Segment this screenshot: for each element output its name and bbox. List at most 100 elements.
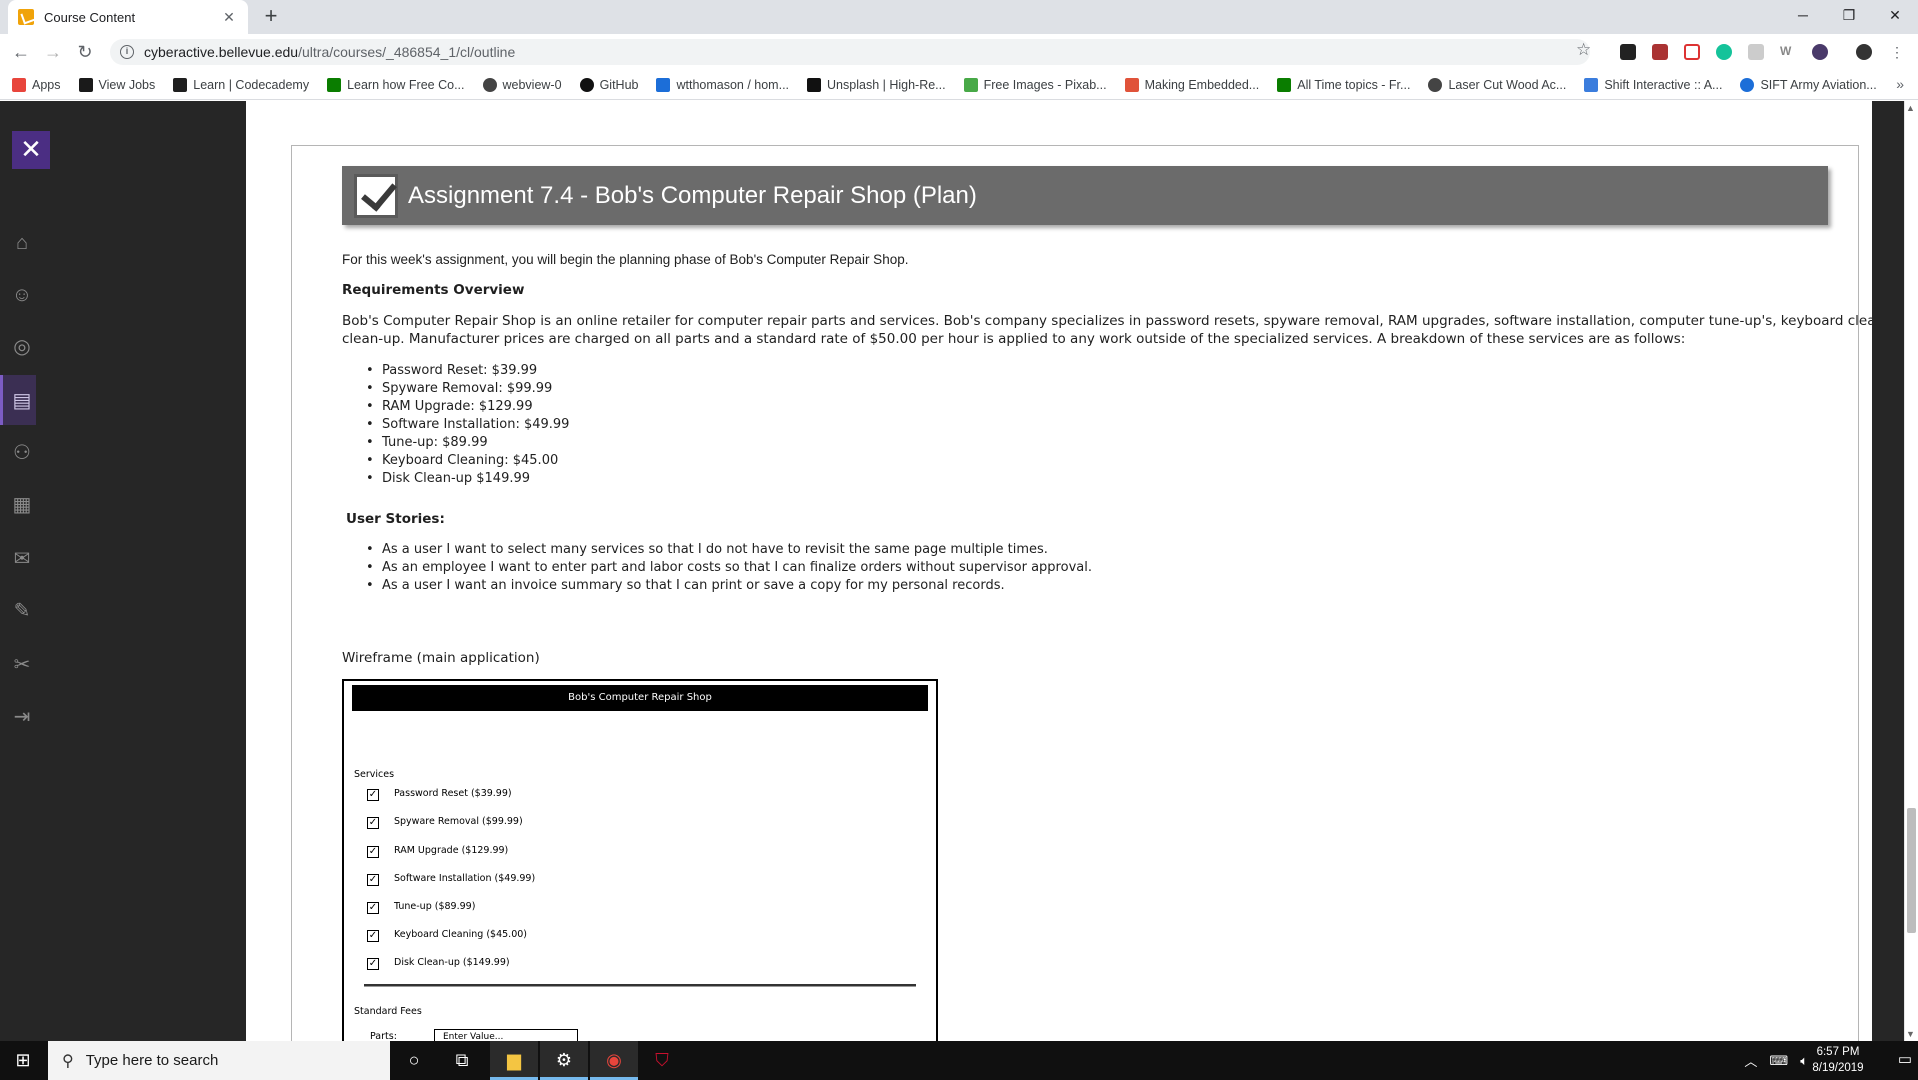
back-arrow-icon[interactable]: ←	[8, 40, 34, 64]
menu-kebab-icon[interactable]: ⋮	[1890, 44, 1906, 60]
bookmark-item[interactable]: Learn | Codecademy	[173, 77, 310, 92]
globe-icon	[1428, 77, 1443, 92]
forward-arrow-icon[interactable]: →	[40, 40, 66, 64]
scrollbar-thumb[interactable]	[1907, 808, 1916, 933]
bookmark-item[interactable]: wtthomason / hom...	[656, 77, 789, 92]
bookmark-item[interactable]: View Jobs	[78, 77, 156, 92]
tab-title: Course Content	[44, 9, 136, 25]
content-panel: Assignment 7.4 - Bob's Computer Repair S…	[246, 101, 1872, 1041]
grades-icon[interactable]: ✎	[10, 599, 34, 623]
minimize-button[interactable]: ─	[1780, 0, 1826, 30]
profile-icon[interactable]: ☺	[10, 283, 34, 307]
window-close-button[interactable]: ✕	[1872, 0, 1918, 30]
taskbar-search-box[interactable]: ⚲ Type here to search	[48, 1041, 390, 1080]
requirements-text-line2: clean-up. Manufacturer prices are charge…	[342, 331, 1686, 347]
tab-strip: Course Content ✕ + ─ ❐ ✕	[0, 0, 1918, 34]
tools-icon[interactable]: ✂	[10, 653, 34, 677]
globe-icon[interactable]: ◎	[10, 335, 34, 359]
mcafee-shield-icon[interactable]: ⛉	[638, 1041, 686, 1080]
tray-overflow-chevron-icon[interactable]: ︿	[1744, 1051, 1757, 1070]
bookmark-item[interactable]: Unsplash | High-Re...	[807, 77, 946, 92]
calendar-icon[interactable]: ▦	[10, 493, 34, 517]
file-explorer-icon[interactable]: ▆	[490, 1041, 538, 1080]
apps-grid-icon	[12, 77, 26, 92]
list-item: Disk Clean-up $149.99	[366, 470, 569, 488]
bookmark-label: Learn | Codecademy	[193, 77, 310, 92]
bookmark-item[interactable]: Learn how Free Co...	[327, 77, 465, 92]
globe-icon	[482, 77, 497, 92]
close-panel-button[interactable]: ✕	[12, 131, 50, 169]
tab-close-icon[interactable]: ✕	[220, 9, 238, 26]
network-icon[interactable]: ⌨	[1769, 1053, 1788, 1069]
reload-icon[interactable]: ↻	[72, 40, 98, 64]
browser-tab[interactable]: Course Content ✕	[8, 0, 248, 34]
profile-avatar[interactable]	[1856, 44, 1872, 60]
bookmark-item[interactable]: Laser Cut Wood Ac...	[1428, 77, 1566, 92]
services-list: Password Reset: $39.99 Spyware Removal: …	[366, 362, 569, 488]
task-view-icon[interactable]: ⧉	[438, 1041, 486, 1080]
bookmark-label: Learn how Free Co...	[347, 77, 465, 92]
blackboard-favicon-icon	[18, 9, 34, 25]
bookmark-item[interactable]: SIFT Army Aviation...	[1740, 77, 1877, 92]
grammarly-icon[interactable]	[1716, 44, 1732, 60]
wireframe-fees-label: Standard Fees	[354, 1006, 422, 1017]
bookmark-label: View Jobs	[98, 77, 156, 92]
address-bar[interactable]: i cyberactive.bellevue.edu/ultra/courses…	[110, 39, 1590, 65]
wireframe-checkbox-icon: ✓	[367, 817, 379, 829]
wireframe-title-bar: Bob's Computer Repair Shop	[352, 685, 928, 711]
bookmark-label: SIFT Army Aviation...	[1760, 77, 1877, 92]
bookmark-favicon-icon	[78, 77, 93, 92]
taskbar-clock[interactable]: 6:57 PM 8/19/2019	[1798, 1044, 1878, 1076]
list-item: Spyware Removal: $99.99	[366, 380, 569, 398]
bookmark-item[interactable]: Making Embedded...	[1124, 77, 1259, 92]
bookmark-favicon-icon	[656, 77, 671, 92]
settings-gear-icon[interactable]: ⚙	[540, 1041, 588, 1080]
extension-icon-1[interactable]	[1620, 44, 1636, 60]
restore-button[interactable]: ❐	[1826, 0, 1872, 30]
scroll-down-arrow-icon[interactable]: ▼	[1906, 1029, 1915, 1039]
new-tab-button[interactable]: +	[258, 4, 284, 30]
organizations-icon[interactable]: ⚇	[10, 441, 34, 465]
wireframe-caption: Wireframe (main application)	[342, 650, 540, 666]
extension-icon-7[interactable]	[1812, 44, 1828, 60]
bookmark-label: webview-0	[502, 77, 562, 92]
github-icon	[579, 77, 594, 92]
bookmark-item[interactable]: Shift Interactive :: A...	[1584, 77, 1723, 92]
action-center-icon[interactable]: ▭	[1898, 1050, 1912, 1068]
bookmark-apps[interactable]: Apps	[12, 77, 61, 92]
scroll-up-arrow-icon[interactable]: ▲	[1906, 103, 1915, 113]
messages-icon[interactable]: ✉	[10, 547, 34, 571]
wireframe-checkbox-icon: ✓	[367, 958, 379, 970]
wireframe-parts-label: Parts:	[370, 1031, 397, 1041]
bookmark-star-icon[interactable]: ☆	[1576, 40, 1591, 60]
extension-icon-3[interactable]	[1684, 44, 1700, 60]
chrome-icon[interactable]: ◉	[590, 1041, 638, 1080]
bookmark-label: All Time topics - Fr...	[1297, 77, 1411, 92]
wikipedia-icon[interactable]: W	[1780, 44, 1796, 60]
institution-icon[interactable]: ⌂	[10, 231, 34, 255]
requirements-text-line1: Bob's Computer Repair Shop is an online …	[342, 313, 1872, 329]
pdf-extension-icon[interactable]	[1652, 44, 1668, 60]
cortana-icon[interactable]: ○	[390, 1041, 438, 1080]
bookmark-label: Apps	[32, 77, 61, 92]
bookmarks-overflow-icon[interactable]: »	[1896, 76, 1904, 92]
bookmark-item[interactable]: GitHub	[579, 77, 638, 92]
user-stories-heading: User Stories:	[346, 511, 445, 527]
courses-icon[interactable]: ▤	[10, 389, 34, 413]
wireframe-checkbox-icon: ✓	[367, 902, 379, 914]
bookmark-item[interactable]: All Time topics - Fr...	[1277, 77, 1411, 92]
sign-out-icon[interactable]: ⇥	[10, 705, 34, 729]
windows-start-icon[interactable]: ⊞	[0, 1041, 46, 1080]
clock-time: 6:57 PM	[1816, 1046, 1860, 1058]
bookmark-label: Shift Interactive :: A...	[1604, 77, 1723, 92]
list-item: Keyboard Cleaning: $45.00	[366, 452, 569, 470]
page-viewport: ⌂ ☺ ◎ ▤ ⚇ ▦ ✉ ✎ ✂ ⇥ ✕ Assignment 7.4 - B…	[0, 101, 1918, 1041]
bookmark-item[interactable]: webview-0	[482, 77, 562, 92]
bookmark-label: Free Images - Pixab...	[983, 77, 1107, 92]
bookmark-item[interactable]: Free Images - Pixab...	[963, 77, 1107, 92]
extension-icon-5[interactable]	[1748, 44, 1764, 60]
wireframe-services-label: Services	[354, 769, 395, 780]
bookmark-favicon-icon	[1277, 77, 1292, 92]
wireframe-service-item: Software Installation ($49.99)	[394, 873, 536, 884]
site-info-icon[interactable]: i	[120, 45, 134, 59]
